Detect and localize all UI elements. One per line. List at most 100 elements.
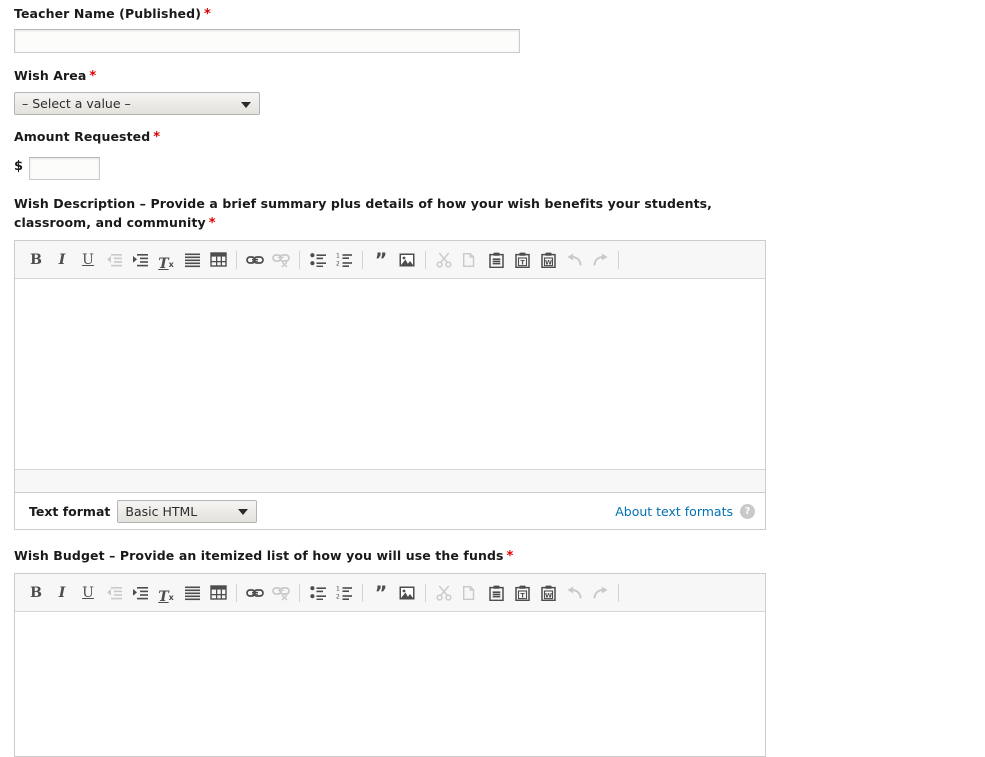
field-wish-budget: Wish Budget – Provide an itemized list o… <box>14 546 985 757</box>
blockquote-icon[interactable]: ” <box>368 580 394 606</box>
currency-symbol: $ <box>14 158 24 174</box>
toolbar-separator <box>425 250 426 269</box>
italic-icon[interactable]: I <box>49 580 75 606</box>
align-justify-icon[interactable] <box>179 247 205 273</box>
text-format-select-wrap: Basic HTML <box>117 499 258 523</box>
required-asterisk: * <box>506 549 514 564</box>
unlink-icon <box>268 580 294 606</box>
teacher-name-label-text: Teacher Name (Published) <box>14 6 202 21</box>
wish-budget-editor: B I U Tx 1 2” T W <box>14 573 766 757</box>
unlink-icon <box>268 247 294 273</box>
paste-as-text-icon[interactable]: T <box>509 580 535 606</box>
required-asterisk: * <box>208 216 216 231</box>
help-icon[interactable]: ? <box>740 503 755 519</box>
amount-requested-label: Amount Requested * <box>14 127 985 147</box>
wish-description-toolbar: B I U Tx 1 2” T W <box>15 241 765 279</box>
required-asterisk: * <box>89 69 97 84</box>
wish-description-textarea[interactable] <box>15 279 765 469</box>
undo-icon <box>561 580 587 606</box>
field-wish-description: Wish Description – Provide a brief summa… <box>14 194 985 530</box>
underline-icon[interactable]: U <box>75 247 101 273</box>
wish-budget-label: Wish Budget – Provide an itemized list o… <box>14 546 759 566</box>
svg-text:1: 1 <box>336 252 340 259</box>
link-icon[interactable] <box>242 580 268 606</box>
svg-text:2: 2 <box>336 594 340 600</box>
remove-format-icon[interactable]: Tx <box>153 245 179 274</box>
bulleted-list-icon[interactable] <box>305 247 331 273</box>
amount-row: $ <box>14 152 985 180</box>
redo-icon <box>587 580 613 606</box>
wish-description-label-text: Wish Description – Provide a brief summa… <box>14 196 713 230</box>
copy-icon <box>457 247 483 273</box>
wish-description-format-bar: Text format Basic HTML About text format… <box>14 493 766 530</box>
amount-requested-label-text: Amount Requested <box>14 129 151 144</box>
svg-text:2: 2 <box>336 261 340 267</box>
field-wish-area: Wish Area * – Select a value – <box>14 66 985 115</box>
underline-icon[interactable]: U <box>75 580 101 606</box>
toolbar-separator <box>236 583 237 602</box>
svg-text:T: T <box>520 591 525 599</box>
text-format-label: Text format <box>29 503 111 519</box>
wish-budget-label-text: Wish Budget – Provide an itemized list o… <box>14 548 504 563</box>
paste-from-word-icon[interactable]: W <box>535 580 561 606</box>
paste-from-word-icon[interactable]: W <box>535 247 561 273</box>
wish-area-select-wrap: – Select a value – <box>14 92 260 115</box>
bold-icon[interactable]: B <box>23 580 49 606</box>
toolbar-separator <box>425 583 426 602</box>
toolbar-separator <box>299 583 300 602</box>
paste-icon[interactable] <box>483 247 509 273</box>
required-asterisk: * <box>204 7 211 22</box>
svg-text:W: W <box>544 258 551 266</box>
field-amount-requested: Amount Requested * $ <box>14 127 985 180</box>
toolbar-separator <box>618 583 619 602</box>
paste-as-text-icon[interactable]: T <box>509 247 535 273</box>
numbered-list-icon[interactable]: 12 <box>331 247 357 273</box>
image-icon[interactable] <box>394 580 420 606</box>
toolbar-separator <box>362 583 363 602</box>
outdent-icon <box>101 247 127 273</box>
align-justify-icon[interactable] <box>179 580 205 606</box>
svg-text:1: 1 <box>336 585 340 592</box>
wish-area-label: Wish Area * <box>14 66 985 86</box>
table-icon[interactable] <box>205 247 231 273</box>
wish-area-label-text: Wish Area <box>14 68 87 83</box>
wish-description-editor: B I U Tx 1 2” T W <box>14 240 766 493</box>
indent-icon[interactable] <box>127 580 153 606</box>
table-icon[interactable] <box>205 580 231 606</box>
toolbar-separator <box>362 250 363 269</box>
italic-icon[interactable]: I <box>49 247 75 273</box>
remove-format-icon[interactable]: Tx <box>153 578 179 607</box>
bulleted-list-icon[interactable] <box>305 580 331 606</box>
blockquote-icon[interactable]: ” <box>368 247 394 273</box>
cut-icon <box>431 247 457 273</box>
image-icon[interactable] <box>394 247 420 273</box>
required-asterisk: * <box>153 130 161 145</box>
wish-application-form: Teacher Name (Published) * Wish Area * – S… <box>0 0 985 757</box>
outdent-icon <box>101 580 127 606</box>
toolbar-separator <box>236 250 237 269</box>
svg-text:W: W <box>544 591 551 599</box>
numbered-list-icon[interactable]: 12 <box>331 580 357 606</box>
wish-area-select[interactable]: – Select a value – <box>14 92 260 115</box>
field-teacher-name: Teacher Name (Published) * <box>14 4 985 53</box>
about-text-formats-link[interactable]: About text formats <box>615 504 733 519</box>
wish-budget-toolbar: B I U Tx 1 2” T W <box>15 574 765 612</box>
indent-icon[interactable] <box>127 247 153 273</box>
redo-icon <box>587 247 613 273</box>
wish-description-label: Wish Description – Provide a brief summa… <box>14 194 759 233</box>
undo-icon <box>561 247 587 273</box>
bold-icon[interactable]: B <box>23 247 49 273</box>
wish-budget-textarea[interactable] <box>15 612 765 756</box>
text-format-select[interactable]: Basic HTML <box>117 499 258 523</box>
wish-description-resize-handle[interactable] <box>15 469 765 492</box>
toolbar-separator <box>299 250 300 269</box>
toolbar-separator <box>618 250 619 269</box>
amount-requested-input[interactable] <box>29 157 101 180</box>
cut-icon <box>431 580 457 606</box>
teacher-name-input[interactable] <box>14 29 520 53</box>
copy-icon <box>457 580 483 606</box>
svg-text:T: T <box>520 258 525 266</box>
teacher-name-label: Teacher Name (Published) * <box>14 4 985 24</box>
link-icon[interactable] <box>242 247 268 273</box>
paste-icon[interactable] <box>483 580 509 606</box>
